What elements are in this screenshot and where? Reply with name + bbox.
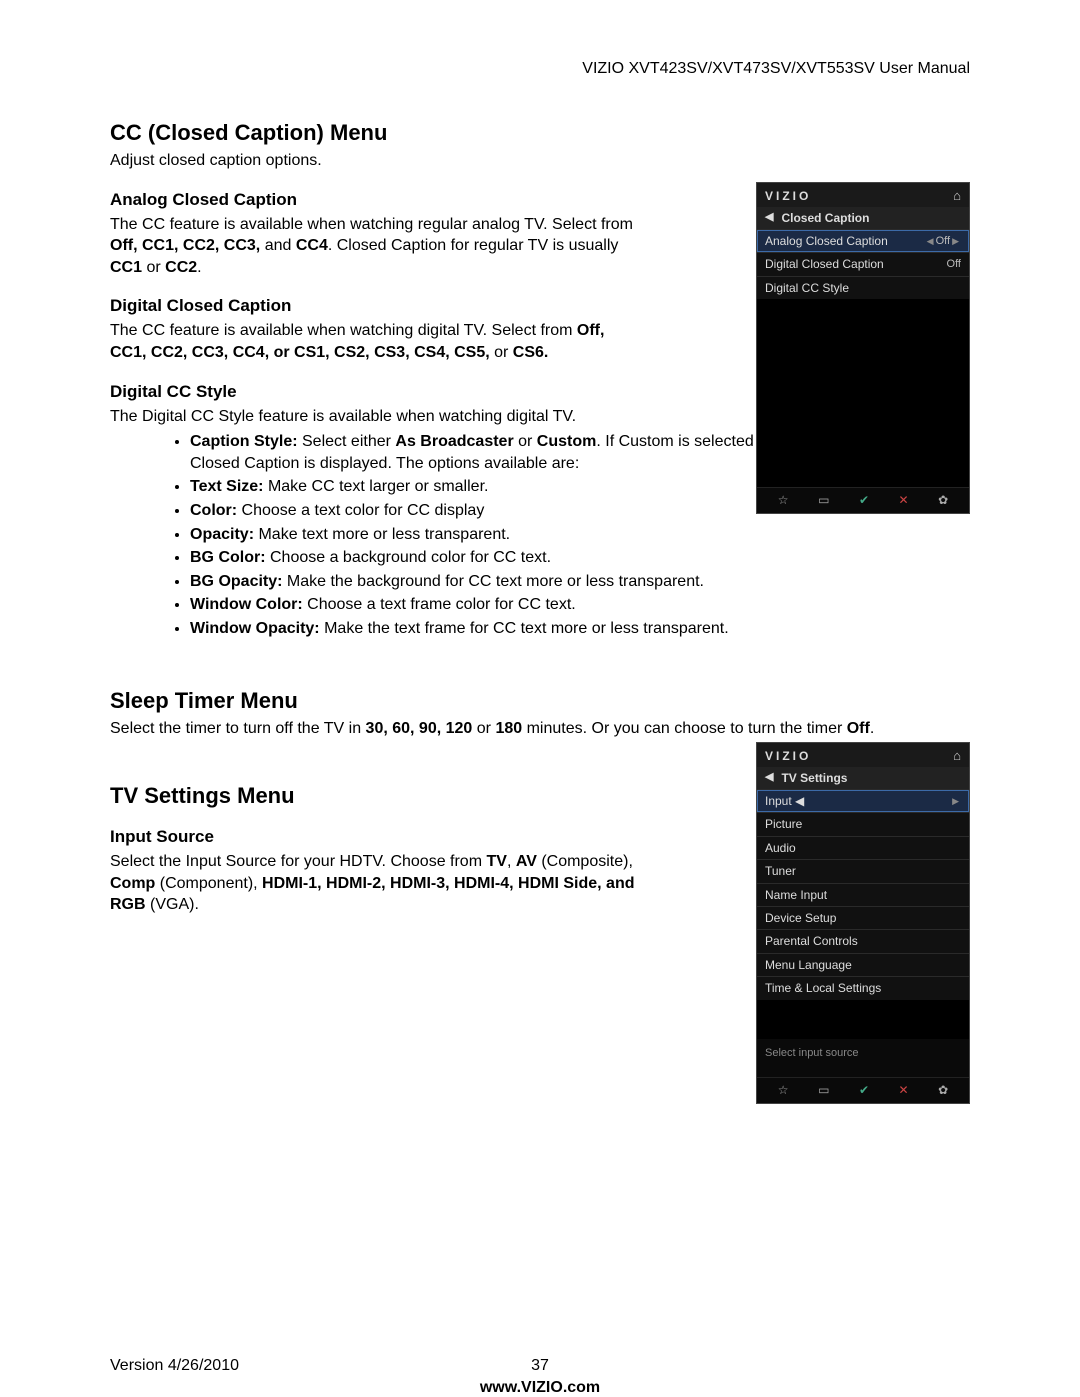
row-label: Time & Local Settings	[765, 981, 881, 995]
osd-row-input[interactable]: Input ◀ ▶	[757, 789, 969, 812]
osd-bottom-icons: ☆ ▭ ✔ ✕ ✿	[757, 487, 969, 513]
row-label: Digital Closed Caption	[765, 257, 884, 271]
osd-title: TV Settings	[781, 771, 847, 785]
osd-row-digital-cc-style[interactable]: Digital CC Style	[757, 276, 969, 299]
digital-cc-style-heading: Digital CC Style	[110, 382, 640, 402]
row-label: Name Input	[765, 888, 827, 902]
digital-cc-heading: Digital Closed Caption	[110, 296, 640, 316]
cc-icon[interactable]: ▭	[818, 1083, 829, 1097]
via-icon[interactable]: ✔	[859, 493, 869, 507]
osd-row-device-setup[interactable]: Device Setup	[757, 906, 969, 929]
cc-heading: CC (Closed Caption) Menu	[110, 120, 970, 146]
star-icon[interactable]: ☆	[778, 1083, 789, 1097]
home-icon[interactable]: ⌂	[953, 748, 961, 764]
opt-window-color: Window Color: Choose a text frame color …	[190, 594, 970, 616]
sleep-timer-text: Select the timer to turn off the TV in 3…	[110, 718, 970, 740]
osd-brand: VIZIO	[765, 749, 811, 763]
cc-intro: Adjust closed caption options.	[110, 150, 970, 172]
osd-row-tuner[interactable]: Tuner	[757, 859, 969, 882]
opt-window-opacity: Window Opacity: Make the text frame for …	[190, 618, 970, 640]
back-icon[interactable]: ◀	[765, 211, 773, 224]
cc-icon[interactable]: ▭	[818, 493, 829, 507]
analog-cc-text: The CC feature is available when watchin…	[110, 214, 640, 279]
osd-hint: Select input source	[757, 1039, 969, 1076]
input-source-text: Select the Input Source for your HDTV. C…	[110, 851, 640, 916]
gear-icon[interactable]: ✿	[938, 1083, 948, 1097]
home-icon[interactable]: ⌂	[953, 188, 961, 204]
footer-url: www.VIZIO.com	[110, 1379, 970, 1397]
osd-row-digital-cc[interactable]: Digital Closed Caption Off	[757, 252, 969, 275]
osd-tv-settings: VIZIO ⌂ ◀ TV Settings Input ◀ ▶ Picture …	[756, 742, 970, 1104]
osd-row-parental[interactable]: Parental Controls	[757, 929, 969, 952]
osd-row-picture[interactable]: Picture	[757, 812, 969, 835]
footer-page-number: 37	[110, 1357, 970, 1375]
osd-row-name-input[interactable]: Name Input	[757, 883, 969, 906]
sleep-timer-heading: Sleep Timer Menu	[110, 688, 970, 714]
via-icon[interactable]: ✔	[859, 1083, 869, 1097]
osd-title: Closed Caption	[781, 211, 869, 225]
star-icon[interactable]: ☆	[778, 493, 789, 507]
row-label: Tuner	[765, 864, 796, 878]
analog-cc-heading: Analog Closed Caption	[110, 190, 640, 210]
row-label: Device Setup	[765, 911, 836, 925]
row-label: Audio	[765, 841, 796, 855]
osd-row-audio[interactable]: Audio	[757, 836, 969, 859]
opt-bg-opacity: BG Opacity: Make the background for CC t…	[190, 571, 970, 593]
osd-row-time-local[interactable]: Time & Local Settings	[757, 976, 969, 999]
chevron-left-icon: ◀	[795, 794, 804, 808]
opt-bg-color: BG Color: Choose a background color for …	[190, 547, 970, 569]
row-label: Analog Closed Caption	[765, 234, 888, 248]
chevron-left-icon: ◀	[927, 236, 934, 246]
chevron-right-icon: ▶	[952, 796, 959, 806]
row-label: Picture	[765, 817, 802, 831]
close-icon[interactable]: ✕	[899, 493, 909, 507]
row-label: Parental Controls	[765, 934, 858, 948]
doc-header: VIZIO XVT423SV/XVT473SV/XVT553SV User Ma…	[582, 60, 970, 78]
osd-row-analog-cc[interactable]: Analog Closed Caption ◀Off▶	[757, 229, 969, 252]
back-icon[interactable]: ◀	[765, 771, 773, 784]
input-source-heading: Input Source	[110, 827, 640, 847]
chevron-right-icon: ▶	[952, 236, 959, 246]
row-label: Menu Language	[765, 958, 852, 972]
opt-opacity: Opacity: Make text more or less transpar…	[190, 524, 970, 546]
digital-cc-text: The CC feature is available when watchin…	[110, 320, 640, 363]
osd-closed-caption: VIZIO ⌂ ◀ Closed Caption Analog Closed C…	[756, 182, 970, 514]
row-label: Input ◀	[765, 794, 804, 808]
row-label: Digital CC Style	[765, 281, 849, 295]
digital-cc-style-intro: The Digital CC Style feature is availabl…	[110, 406, 640, 428]
osd-brand: VIZIO	[765, 189, 811, 203]
gear-icon[interactable]: ✿	[938, 493, 948, 507]
osd-bottom-icons: ☆ ▭ ✔ ✕ ✿	[757, 1077, 969, 1103]
osd-row-menu-lang[interactable]: Menu Language	[757, 953, 969, 976]
close-icon[interactable]: ✕	[899, 1083, 909, 1097]
